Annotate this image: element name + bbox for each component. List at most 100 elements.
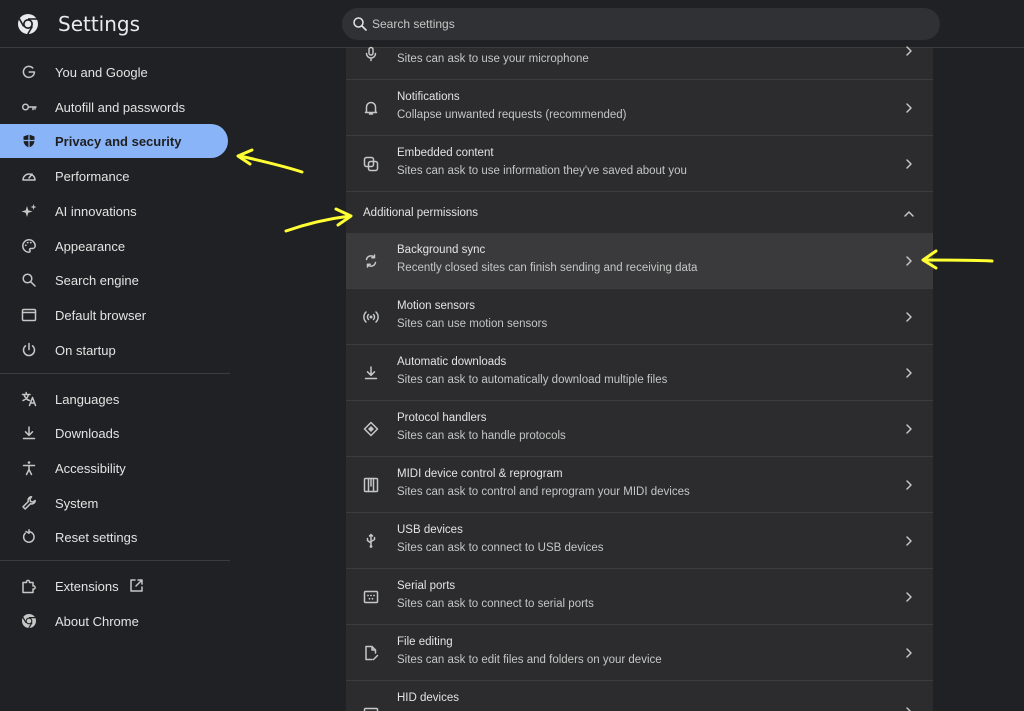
google-g-icon	[21, 64, 37, 80]
sidebar-item-autofill[interactable]: Autofill and passwords	[0, 90, 228, 124]
sidebar-item-search-engine[interactable]: Search engine	[0, 263, 228, 297]
permission-subtitle: Sites can ask to connect to USB devices	[397, 542, 604, 554]
chevron-right-icon	[902, 705, 916, 711]
chevron-right-icon	[902, 478, 916, 492]
sensors-icon	[363, 309, 379, 325]
permission-subtitle: Sites can ask to handle protocols	[397, 430, 566, 442]
chevron-right-icon	[902, 534, 916, 548]
permission-row-notifications[interactable]: Notifications Collapse unwanted requests…	[346, 80, 933, 136]
hid-icon	[363, 705, 379, 711]
permission-title: Automatic downloads	[397, 356, 507, 368]
permission-row-serial-ports[interactable]: Serial ports Sites can ask to connect to…	[346, 569, 933, 625]
speedometer-icon	[21, 168, 37, 184]
app-title: Settings	[58, 12, 141, 36]
permission-row-file-editing[interactable]: File editing Sites can ask to edit files…	[346, 625, 933, 681]
piano-icon	[363, 477, 379, 493]
permission-title: File editing	[397, 636, 453, 648]
permission-subtitle: Sites can use motion sensors	[397, 318, 548, 330]
search-icon	[21, 272, 37, 288]
file-edit-icon	[363, 645, 379, 661]
sidebar-divider	[0, 560, 230, 561]
permission-title: Notifications	[397, 91, 460, 103]
sidebar-item-downloads[interactable]: Downloads	[0, 416, 228, 450]
chevron-right-icon	[902, 590, 916, 604]
chrome-logo-icon	[17, 13, 39, 35]
chevron-right-icon	[902, 157, 916, 171]
sparkle-icon	[21, 203, 37, 219]
wrench-icon	[21, 495, 37, 511]
puzzle-icon	[21, 578, 37, 594]
sidebar-item-system[interactable]: System	[0, 486, 228, 520]
shield-icon	[21, 133, 37, 149]
serial-port-icon	[363, 589, 379, 605]
protocol-icon	[363, 421, 379, 437]
permission-subtitle: Sites can ask to edit files and folders …	[397, 654, 662, 666]
permission-row-microphone[interactable]: Sites can ask to use your microphone	[346, 24, 933, 80]
sidebar-item-you-and-google[interactable]: You and Google	[0, 55, 228, 89]
permission-subtitle: Collapse unwanted requests (recommended)	[397, 109, 627, 121]
sidebar-item-accessibility[interactable]: Accessibility	[0, 451, 228, 485]
permission-row-motion-sensors[interactable]: Motion sensors Sites can use motion sens…	[346, 289, 933, 345]
chevron-right-icon	[902, 101, 916, 115]
accessibility-icon	[21, 460, 37, 476]
permission-title: Background sync	[397, 244, 486, 256]
sidebar-item-performance[interactable]: Performance	[0, 159, 228, 193]
microphone-icon	[363, 46, 379, 62]
reset-icon	[21, 529, 37, 545]
sidebar-item-extensions[interactable]: Extensions	[0, 569, 228, 603]
permission-subtitle: Sites can ask to use your microphone	[397, 53, 589, 65]
external-link-icon[interactable]	[129, 578, 144, 593]
permission-row-hid-devices[interactable]: HID devices	[346, 681, 933, 711]
permission-title: MIDI device control & reprogram	[397, 468, 563, 480]
sidebar-item-label: Languages	[55, 392, 120, 407]
power-icon	[21, 342, 37, 358]
key-icon	[21, 99, 37, 115]
permission-title: Embedded content	[397, 147, 494, 159]
sidebar-item-label: Default browser	[55, 308, 147, 323]
sidebar-item-label: Accessibility	[55, 461, 126, 476]
permission-row-midi[interactable]: MIDI device control & reprogram Sites ca…	[346, 457, 933, 513]
sidebar-item-languages[interactable]: Languages	[0, 382, 228, 416]
chevron-up-icon	[902, 207, 916, 221]
sidebar-item-ai-innovations[interactable]: AI innovations	[0, 194, 228, 228]
sidebar-item-label: System	[55, 496, 99, 511]
additional-permissions-header[interactable]: Additional permissions	[346, 191, 933, 233]
permission-row-automatic-downloads[interactable]: Automatic downloads Sites can ask to aut…	[346, 345, 933, 401]
permission-row-usb-devices[interactable]: USB devices Sites can ask to connect to …	[346, 513, 933, 569]
annotation-arrow-icon	[921, 249, 994, 270]
sync-icon	[363, 253, 379, 269]
permission-title: Protocol handlers	[397, 412, 487, 424]
sidebar-item-label: Reset settings	[55, 530, 138, 545]
sidebar-item-label: Appearance	[55, 239, 126, 254]
sidebar-item-label: Extensions	[55, 579, 119, 594]
permissions-card: Sites can ask to use your microphone Not…	[346, 46, 933, 711]
permission-row-background-sync[interactable]: Background sync Recently closed sites ca…	[346, 233, 933, 289]
palette-icon	[21, 238, 37, 254]
sidebar-divider	[0, 373, 230, 374]
translate-icon	[21, 391, 37, 407]
chevron-right-icon	[902, 44, 916, 58]
chevron-right-icon	[902, 254, 916, 268]
sidebar-item-appearance[interactable]: Appearance	[0, 229, 228, 263]
sidebar-item-reset-settings[interactable]: Reset settings	[0, 520, 228, 554]
sidebar-item-privacy-security[interactable]: Privacy and security	[0, 124, 228, 158]
annotation-arrow-icon	[284, 207, 353, 233]
sidebar-item-label: Autofill and passwords	[55, 100, 186, 115]
sidebar-item-label: Search engine	[55, 273, 139, 288]
embedded-content-icon	[363, 156, 379, 172]
bell-icon	[363, 100, 379, 116]
download-icon	[363, 365, 379, 381]
permission-row-protocol-handlers[interactable]: Protocol handlers Sites can ask to handl…	[346, 401, 933, 457]
permission-row-embedded-content[interactable]: Embedded content Sites can ask to use in…	[346, 136, 933, 192]
chevron-right-icon	[902, 310, 916, 324]
sidebar-item-label: On startup	[55, 343, 116, 358]
permission-title: HID devices	[397, 692, 459, 704]
permission-title: Serial ports	[397, 580, 456, 592]
sidebar-item-about-chrome[interactable]: About Chrome	[0, 604, 228, 638]
chevron-right-icon	[902, 422, 916, 436]
browser-window-icon	[21, 307, 37, 323]
chrome-icon	[21, 613, 37, 629]
sidebar-item-on-startup[interactable]: On startup	[0, 333, 228, 367]
sidebar-item-default-browser[interactable]: Default browser	[0, 298, 228, 332]
sidebar-item-label: About Chrome	[55, 614, 139, 629]
